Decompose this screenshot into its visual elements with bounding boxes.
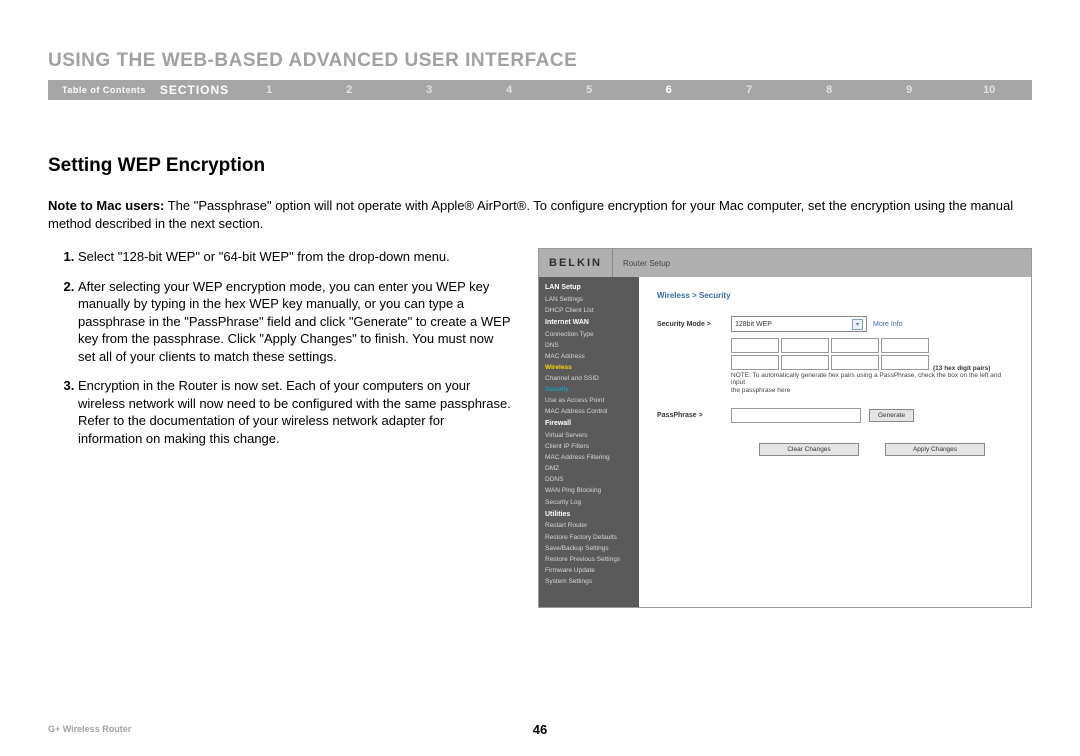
sidebar-item[interactable]: System Settings [545,576,633,587]
nav-toc[interactable]: Table of Contents [48,85,160,95]
chevron-down-icon[interactable]: ▾ [852,319,863,330]
sidebar-item[interactable]: Restart Router [545,520,633,531]
nav-section-4[interactable]: 4 [469,84,549,96]
hex-input[interactable] [881,338,929,353]
sidebar-item[interactable]: Firmware Update [545,565,633,576]
hex-note2: the passphrase here [731,387,1013,394]
sidebar-item[interactable]: DDNS [545,474,633,485]
hex-input[interactable] [731,338,779,353]
sidebar-item[interactable]: Virtual Servers [545,430,633,441]
sidebar-item[interactable]: Client IP Filters [545,441,633,452]
belkin-logo: BELKIN [539,249,613,277]
sidebar-item[interactable]: WAN Ping Blocking [545,485,633,496]
sidebar-item[interactable]: Channel and SSID [545,373,633,384]
sidebar-item[interactable]: DHCP Client List [545,305,633,316]
hex-input[interactable] [731,355,779,370]
sidebar-item[interactable]: Restore Factory Defaults [545,532,633,543]
sidebar-item[interactable]: Connection Type [545,329,633,340]
nav-section-6[interactable]: 6 [629,84,709,96]
hex-input[interactable] [781,338,829,353]
sidebar-item[interactable]: Restore Previous Settings [545,554,633,565]
sidebar-item[interactable]: Save/Backup Settings [545,543,633,554]
hex-key-grid [731,338,929,370]
hex-input[interactable] [781,355,829,370]
sidebar-item[interactable]: Security Log [545,497,633,508]
sidebar-item[interactable]: Wireless [545,362,633,373]
sidebar-item[interactable]: Utilities [545,509,633,521]
sidebar-item[interactable]: Use as Access Point [545,395,633,406]
subsection-title: Setting WEP Encryption [48,155,1032,177]
router-title: Router Setup [613,259,670,268]
nav-section-10[interactable]: 10 [949,84,1029,96]
sidebar-item[interactable]: Security [545,384,633,395]
hex-pairs-label: (13 hex digit pairs) [929,365,990,372]
nav-bar: Table of Contents SECTIONS 12345678910 [48,80,1032,100]
page-title: USING THE WEB-BASED ADVANCED USER INTERF… [48,50,1032,72]
generate-button[interactable]: Generate [869,409,914,422]
step-2: After selecting your WEP encryption mode… [78,278,512,366]
passphrase-label: PassPhrase > [657,412,731,419]
hex-input[interactable] [831,355,879,370]
sidebar-item[interactable]: MAC Address [545,351,633,362]
nav-section-9[interactable]: 9 [869,84,949,96]
more-info-link[interactable]: More Info [873,321,903,328]
breadcrumb: Wireless > Security [657,291,1013,300]
security-mode-label: Security Mode > [657,321,731,328]
sidebar-item[interactable]: Firewall [545,418,633,430]
security-mode-dropdown[interactable]: 128bit WEP ▾ [731,316,867,332]
step-1: Select "128-bit WEP" or "64-bit WEP" fro… [78,248,512,266]
nav-section-8[interactable]: 8 [789,84,869,96]
security-mode-value: 128bit WEP [735,321,772,328]
passphrase-input[interactable] [731,408,861,423]
sidebar-item[interactable]: MAC Address Control [545,406,633,417]
nav-section-3[interactable]: 3 [389,84,469,96]
clear-changes-button[interactable]: Clear Changes [759,443,859,456]
sidebar-item[interactable]: DNS [545,340,633,351]
nav-sections-label: SECTIONS [160,83,229,97]
hex-input[interactable] [881,355,929,370]
note-text: The "Passphrase" option will not operate… [48,198,1013,231]
hex-input[interactable] [831,338,879,353]
nav-section-2[interactable]: 2 [309,84,389,96]
router-sidebar: LAN SetupLAN SettingsDHCP Client ListInt… [539,277,639,607]
router-screenshot: BELKIN Router Setup LAN SetupLAN Setting… [538,248,1032,608]
mac-note: Note to Mac users: The "Passphrase" opti… [48,197,1032,232]
nav-section-1[interactable]: 1 [229,84,309,96]
steps-list: Select "128-bit WEP" or "64-bit WEP" fro… [48,248,512,447]
sidebar-item[interactable]: DMZ [545,463,633,474]
note-bold: Note to Mac users: [48,198,164,213]
sidebar-item[interactable]: LAN Settings [545,294,633,305]
footer-page-number: 46 [533,722,547,737]
nav-section-7[interactable]: 7 [709,84,789,96]
sidebar-item[interactable]: LAN Setup [545,282,633,294]
sidebar-item[interactable]: MAC Address Filtering [545,452,633,463]
sidebar-item[interactable]: Internet WAN [545,317,633,329]
nav-section-5[interactable]: 5 [549,84,629,96]
step-3: Encryption in the Router is now set. Eac… [78,377,512,447]
apply-changes-button[interactable]: Apply Changes [885,443,985,456]
footer-product: G+ Wireless Router [48,724,131,734]
hex-note: NOTE: To automatically generate hex pair… [731,372,1013,386]
